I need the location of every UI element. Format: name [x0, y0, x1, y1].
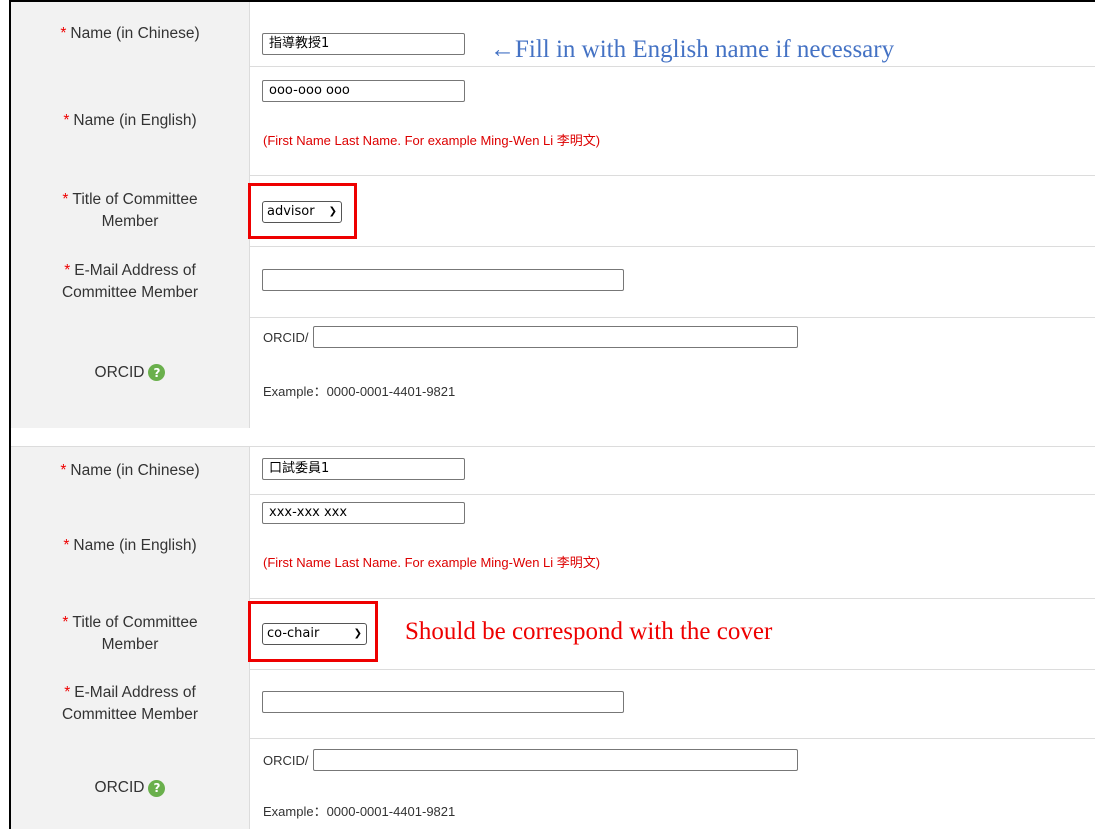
highlight-box-title-2	[248, 601, 378, 662]
question-circle-icon[interactable]: ?	[148, 364, 166, 381]
orcid-input[interactable]	[313, 326, 798, 348]
label-email: * E-Mail Address of Committee Member	[11, 246, 250, 317]
member-separator	[11, 428, 1095, 447]
label-title: * Title of Committee Member	[11, 175, 250, 246]
label-orcid: ORCID?	[11, 317, 250, 428]
row-title-1: * Title of Committee Member advisor ❯	[11, 175, 1095, 247]
name-english-input[interactable]: xxx-xxx xxx	[262, 502, 465, 524]
name-english-input[interactable]: ooo-ooo ooo	[262, 80, 465, 102]
orcid-example: Example：0000-0001-4401-9821	[263, 384, 456, 399]
row-email-2: * E-Mail Address of Committee Member	[11, 669, 1095, 739]
label-orcid: ORCID?	[11, 738, 250, 829]
orcid-example: Example：0000-0001-4401-9821	[263, 804, 456, 819]
row-name-english-2: * Name (in English) xxx-xxx xxx (First Na…	[11, 493, 1095, 599]
label-email: * E-Mail Address of Committee Member	[11, 669, 250, 738]
question-circle-icon[interactable]: ?	[148, 779, 166, 797]
row-email-1: * E-Mail Address of Committee Member	[11, 246, 1095, 318]
annotation-english-name: ←Fill in with English name if necessary	[490, 36, 895, 63]
row-orcid-1: ORCID? ORCID/ Example：0000-0001-4401-982…	[11, 317, 1095, 429]
row-name-chinese-2: * Name (in Chinese) 口試委員1	[11, 446, 1095, 495]
english-name-hint: (First Name Last Name. For example Ming-…	[263, 555, 601, 570]
label-title: * Title of Committee Member	[11, 598, 250, 669]
annotation-cover-match: Should be correspond with the cover	[405, 618, 773, 645]
label-name-chinese: * Name (in Chinese)	[11, 2, 250, 66]
highlight-box-title-1	[248, 183, 357, 239]
label-name-english: * Name (in English)	[11, 66, 250, 175]
email-input[interactable]	[262, 691, 624, 713]
email-input[interactable]	[262, 269, 624, 291]
english-name-hint: (First Name Last Name. For example Ming-…	[263, 133, 601, 148]
label-name-english: * Name (in English)	[11, 493, 250, 598]
name-chinese-input[interactable]: 指導教授1	[262, 33, 465, 55]
orcid-input[interactable]	[313, 749, 798, 771]
orcid-prefix: ORCID/	[263, 753, 309, 768]
row-name-english-1: * Name (in English) ooo-ooo ooo (First Na…	[11, 66, 1095, 176]
row-orcid-2: ORCID? ORCID/ Example：0000-0001-4401-982…	[11, 738, 1095, 829]
orcid-prefix: ORCID/	[263, 330, 309, 345]
row-name-chinese-1: * Name (in Chinese) 指導教授1 ←Fill in with E…	[11, 2, 1095, 67]
label-name-chinese: * Name (in Chinese)	[11, 447, 250, 494]
row-title-2: * Title of Committee Member co-chair ❯ Shou…	[11, 598, 1095, 670]
name-chinese-input[interactable]: 口試委員1	[262, 458, 465, 480]
committee-form: * Name (in Chinese) 指導教授1 ←Fill in with E…	[9, 0, 1095, 829]
